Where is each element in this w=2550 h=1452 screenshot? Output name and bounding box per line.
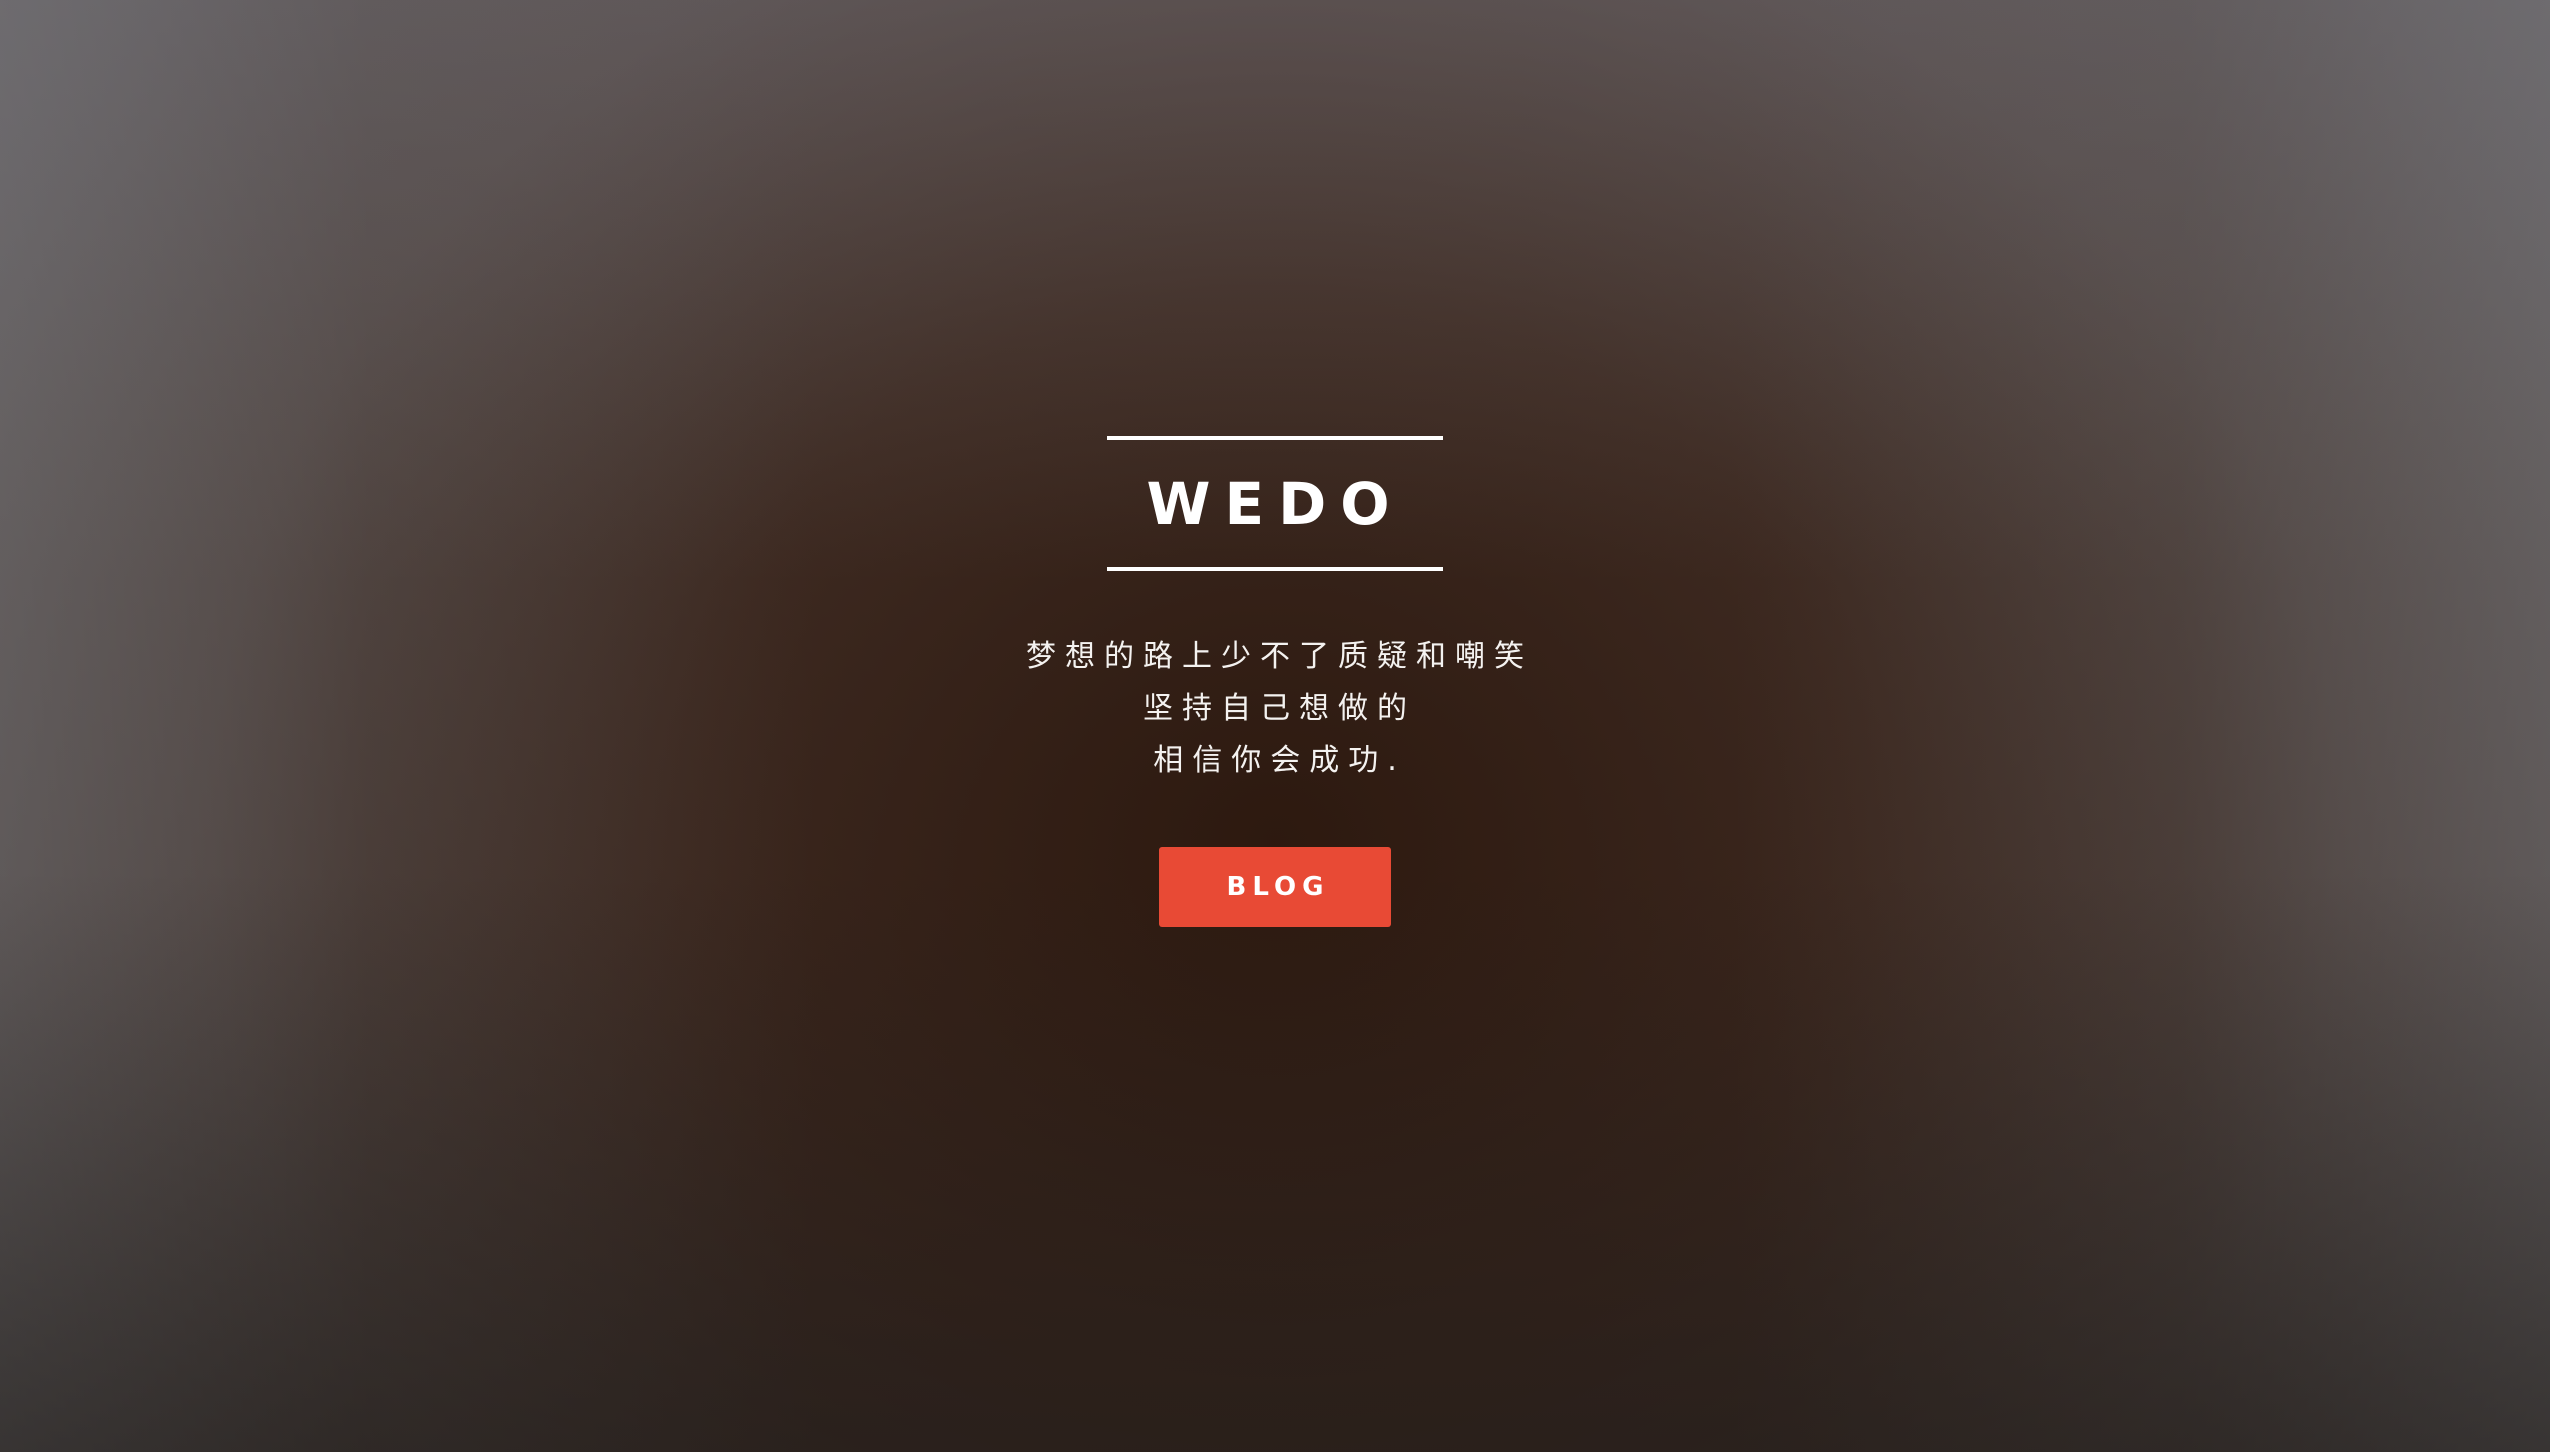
tagline-line-1: 梦想的路上少不了质疑和嘲笑 bbox=[1026, 639, 1533, 674]
tagline: 梦想的路上少不了质疑和嘲笑 坚持自己想做的 相信你会成功. bbox=[1026, 631, 1524, 787]
tagline-line-3: 相信你会成功. bbox=[1153, 743, 1406, 778]
background-bottom-shade bbox=[0, 871, 2550, 1452]
blog-button[interactable]: BLOG bbox=[1159, 847, 1391, 927]
tagline-line-2: 坚持自己想做的 bbox=[1143, 691, 1416, 726]
title-frame: WEDO bbox=[1107, 436, 1443, 571]
hero-section: WEDO 梦想的路上少不了质疑和嘲笑 坚持自己想做的 相信你会成功. BLOG bbox=[0, 436, 2550, 927]
site-title: WEDO bbox=[1146, 469, 1404, 538]
blog-button-label: BLOG bbox=[1226, 872, 1330, 902]
